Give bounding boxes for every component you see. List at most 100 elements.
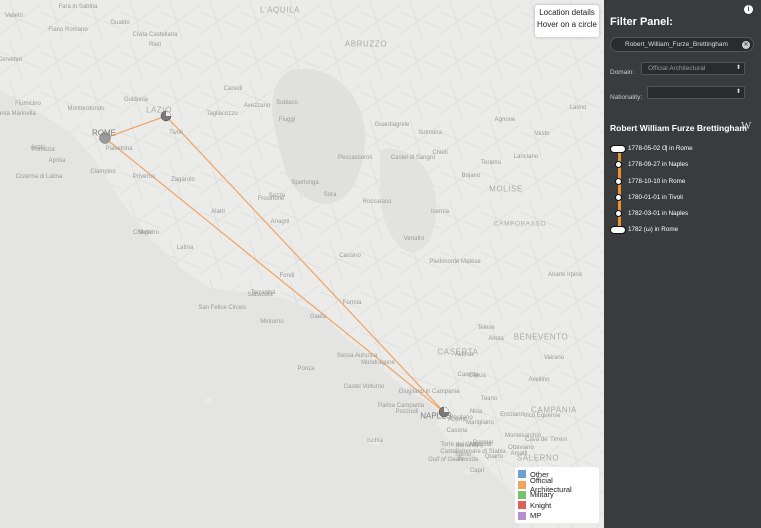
timeline-entry-text: 1778-05-02 Ƣ in Rome — [628, 145, 693, 152]
place-label: Venafro — [403, 236, 425, 242]
region-label: CAMPOBASSO — [493, 220, 547, 228]
place-label: Velletri — [4, 13, 24, 19]
place-label: Afragola — [468, 442, 492, 448]
domain-select-value: Official Architectural — [648, 65, 706, 72]
city-label: ROME — [92, 128, 116, 138]
place-label: Castel di Sangro — [390, 155, 436, 161]
place-label: Aversa — [454, 352, 474, 358]
timeline-entry-text: 1780-01-01 in Tivoli — [628, 194, 683, 201]
place-label: Alatri — [211, 209, 225, 215]
region-label: BENEVENTO — [513, 332, 569, 342]
place-label: Sessa Aurunca — [336, 353, 378, 359]
place-label: Guardiagrele — [374, 122, 410, 128]
place-label: Zagarolo — [171, 177, 195, 183]
legend-label: Military — [530, 490, 554, 500]
legend-item: Knight — [518, 500, 596, 510]
place-label: Ercolano — [500, 412, 524, 418]
legend-swatch — [518, 501, 526, 510]
legend: Other Official Architectural Military Kn… — [515, 467, 599, 523]
timeline-dot-marker — [615, 161, 622, 168]
domain-label: Domain: — [610, 69, 635, 76]
place-label: Priverno — [132, 174, 156, 180]
domain-select[interactable]: Official Architectural ⬍ — [641, 62, 745, 75]
place-label: Pomezia — [31, 147, 55, 153]
place-label: Positano — [449, 415, 473, 421]
place-label: Sora — [323, 192, 337, 198]
timeline-endpoint-marker — [610, 226, 626, 234]
place-label: Fara in Sabina — [58, 4, 98, 10]
location-details-hint: Hover on a circle — [536, 20, 598, 29]
person-name: Robert William Furze Brettingham — [610, 123, 747, 133]
place-label: Gulf of Gaeta — [428, 457, 464, 463]
legend-item: Official Architectural — [518, 476, 596, 494]
place-label: Sperlonga — [291, 180, 319, 186]
person-search-input[interactable] — [625, 38, 737, 51]
nationality-select[interactable]: ⬍ — [647, 86, 745, 99]
timeline-endpoint-marker — [610, 145, 626, 153]
place-label: Ponza — [297, 366, 315, 372]
place-label: Subiaco — [276, 100, 298, 106]
place-label: Civita Castellana — [132, 32, 178, 38]
place-label: Carsoli — [223, 86, 243, 92]
place-label: Vico Equense — [523, 413, 561, 419]
person-search-field[interactable]: ✕ — [610, 37, 754, 52]
city-label: NAPLES — [420, 411, 452, 421]
place-label: Lanciano — [513, 154, 539, 160]
wikipedia-icon[interactable]: W — [741, 120, 751, 132]
chevron-updown-icon: ⬍ — [735, 89, 741, 95]
place-label: Castel Volturno — [343, 384, 385, 390]
timeline-entry-text: 1782 (ω) in Rome — [628, 226, 679, 233]
region-label: L'AQUILA — [259, 5, 301, 15]
place-label: Larino — [569, 105, 587, 111]
place-label: Monterotondo — [67, 106, 105, 112]
place-label: Cisterna di Latina — [15, 174, 63, 180]
timeline: 1778-05-02 Ƣ in Rome 1778-09-27 in Naples… — [604, 140, 761, 240]
place-label: Pescasseroli — [337, 155, 373, 161]
place-label: Santa Marinella — [0, 111, 36, 117]
place-label: Roccaraso — [362, 199, 392, 205]
place-label: Teramo — [480, 160, 502, 166]
chevron-updown-icon: ⬍ — [735, 65, 741, 71]
info-icon[interactable]: i — [744, 5, 753, 14]
legend-swatch — [518, 480, 526, 489]
place-label: Palma Campania — [377, 403, 425, 409]
legend-swatch — [518, 490, 526, 499]
place-label: Palestrina — [105, 146, 133, 152]
legend-swatch — [518, 470, 526, 479]
timeline-line — [618, 147, 621, 231]
place-label: Capua — [468, 373, 486, 379]
legend-item: MP — [518, 511, 596, 521]
place-label: Latina — [176, 245, 194, 251]
region-label: ABRUZZO — [344, 39, 388, 49]
place-label: Tagliacozzo — [206, 111, 238, 117]
panel-title: Filter Panel: — [610, 16, 673, 28]
place-label: Anagni — [270, 219, 290, 225]
location-details-box: Location details Hover on a circle — [535, 5, 599, 37]
place-label: Tivoli — [169, 130, 183, 136]
legend-label: Knight — [530, 500, 552, 510]
place-label: Capri — [469, 468, 485, 474]
place-label: Cerveteri — [0, 57, 23, 63]
filter-panel: i Filter Panel: ✕ Domain: Official Archi… — [604, 0, 761, 528]
place-label: Airola — [488, 336, 504, 342]
place-label: Piedimonte Matese — [429, 259, 481, 265]
place-label: Segni — [137, 230, 153, 236]
place-label: Fondi — [279, 273, 295, 279]
place-label: Cava de' Tirreni — [525, 437, 567, 443]
place-label: Sabaudia — [247, 292, 273, 298]
place-label: Minturno — [260, 319, 284, 325]
place-label: Quarto — [484, 454, 504, 460]
place-label: Vairano — [543, 355, 565, 361]
place-label: Casoria — [446, 428, 468, 434]
timeline-dot-marker — [615, 194, 622, 201]
clear-icon[interactable]: ✕ — [742, 40, 750, 49]
place-label: Ischia — [367, 438, 383, 444]
place-label: Avezzano — [243, 103, 271, 109]
place-label: Pozzuoli — [395, 409, 419, 415]
place-label: Fiano Romano — [48, 27, 88, 33]
timeline-entry-text: 1782-03-01 in Naples — [628, 210, 689, 217]
place-label: Sezze — [268, 193, 286, 199]
map-view[interactable]: L'AQUILA ABRUZZO LAZIO MOLISE CAMPANIA B… — [0, 0, 604, 528]
nationality-label: Nationality: — [610, 94, 643, 101]
timeline-dot-marker — [615, 210, 622, 217]
